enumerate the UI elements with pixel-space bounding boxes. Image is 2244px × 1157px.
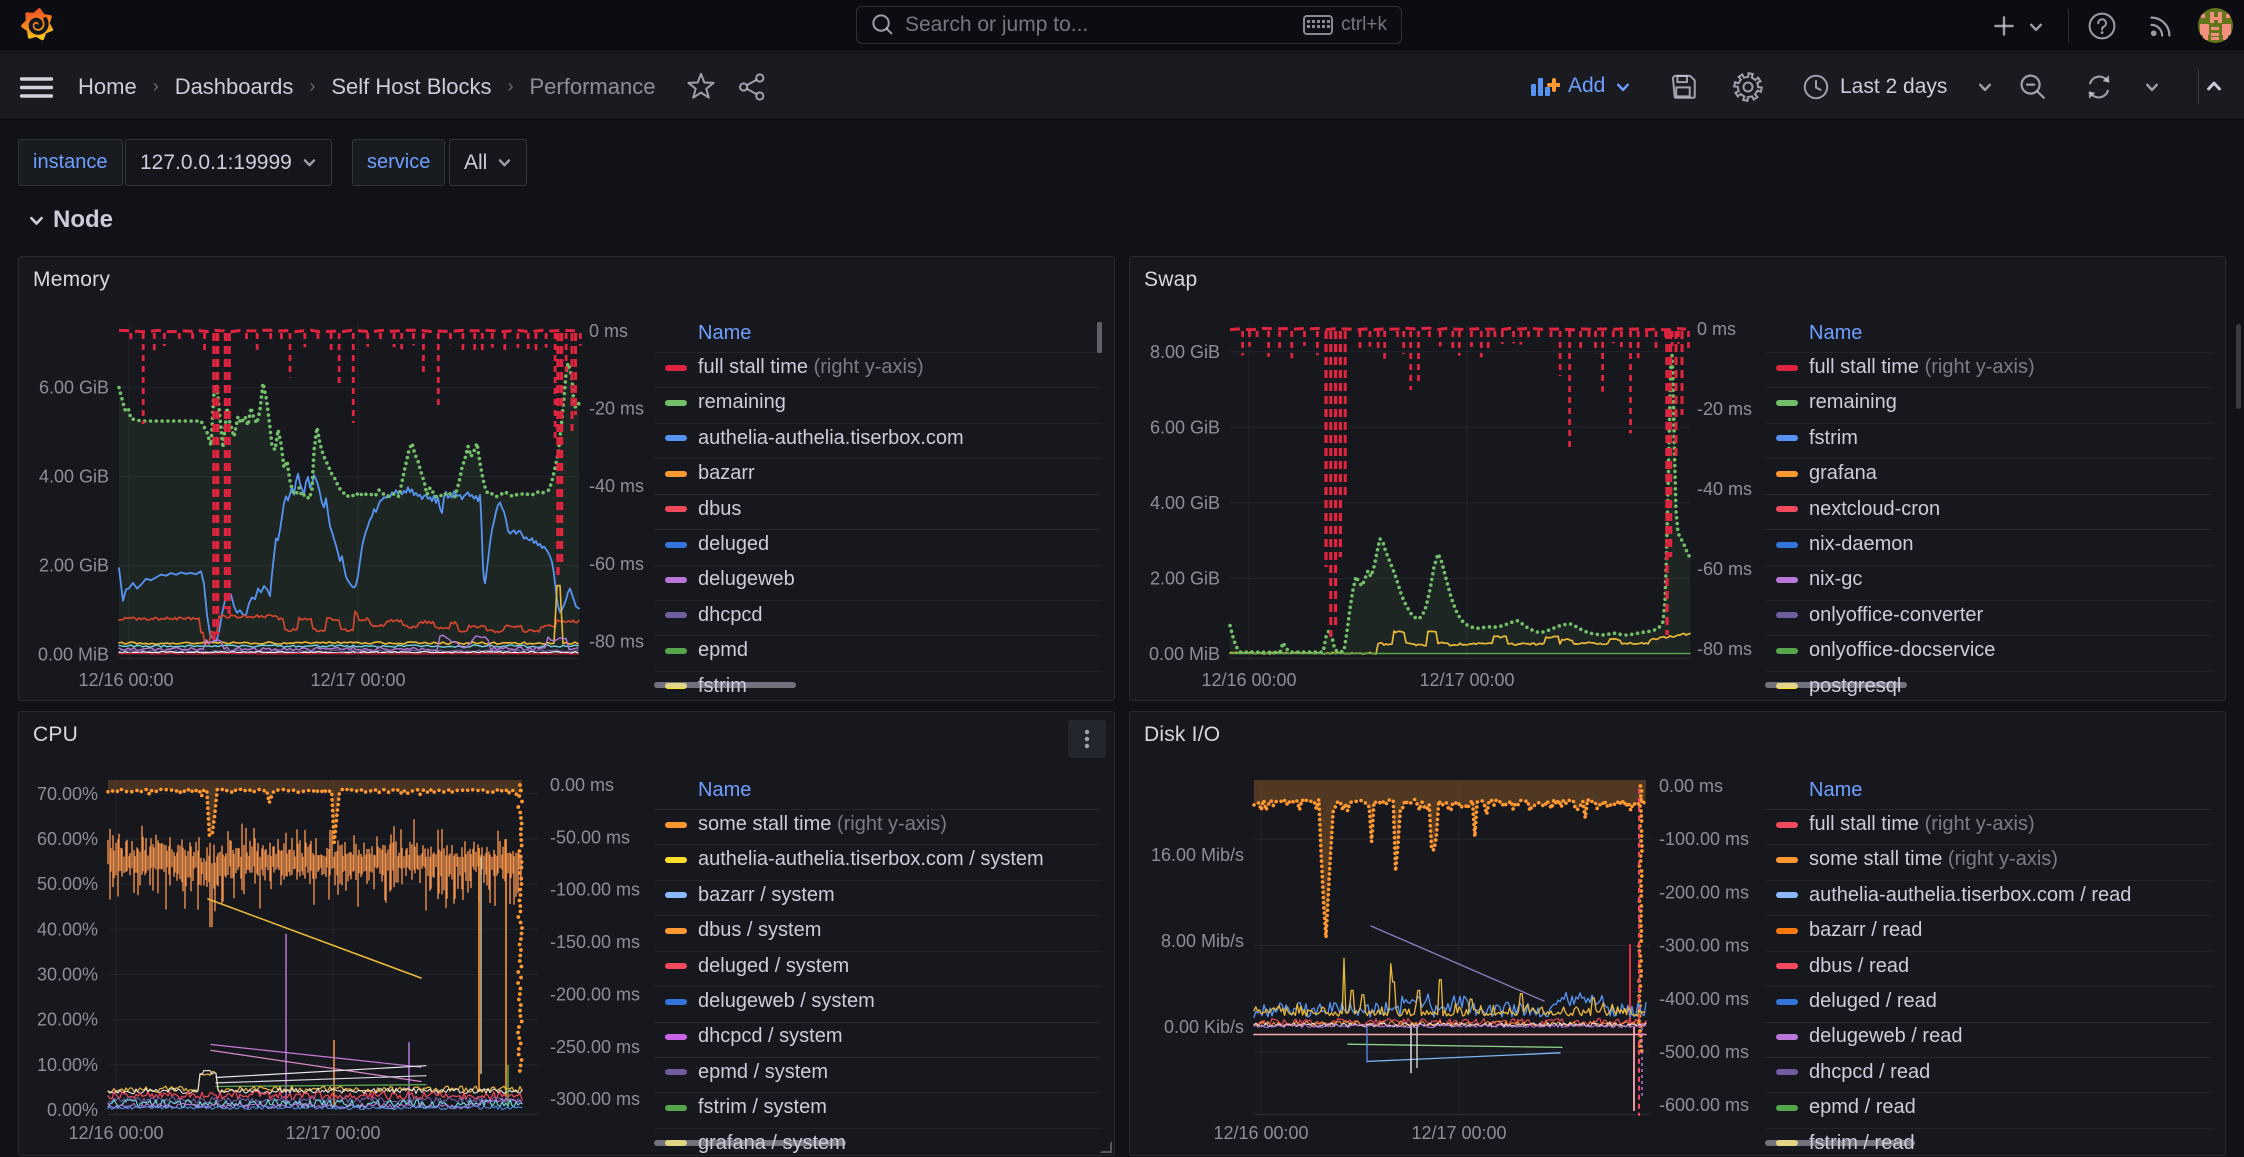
svg-text:12/17 00:00: 12/17 00:00 [1419, 670, 1514, 690]
svg-text:8.00 Mib/s: 8.00 Mib/s [1161, 931, 1244, 951]
svg-text:-50.00 ms: -50.00 ms [550, 827, 630, 847]
svg-text:-60 ms: -60 ms [1697, 559, 1752, 579]
svg-text:12/16 00:00: 12/16 00:00 [78, 670, 173, 690]
svg-text:-40 ms: -40 ms [589, 476, 644, 496]
svg-text:50.00%: 50.00% [37, 874, 98, 894]
svg-text:8.00 GiB: 8.00 GiB [1150, 342, 1220, 362]
svg-text:16.00 Mib/s: 16.00 Mib/s [1151, 845, 1244, 865]
svg-text:4.00 GiB: 4.00 GiB [39, 467, 109, 487]
svg-text:0.00 Kib/s: 0.00 Kib/s [1164, 1017, 1244, 1037]
svg-text:12/17 00:00: 12/17 00:00 [310, 670, 405, 690]
svg-text:-200.00 ms: -200.00 ms [550, 984, 640, 1004]
svg-text:2.00 GiB: 2.00 GiB [39, 556, 109, 576]
svg-text:-60 ms: -60 ms [589, 554, 644, 574]
svg-text:12/16 00:00: 12/16 00:00 [1201, 670, 1296, 690]
svg-text:2.00 GiB: 2.00 GiB [1150, 568, 1220, 588]
svg-text:-20 ms: -20 ms [1697, 399, 1752, 419]
svg-text:-150.00 ms: -150.00 ms [550, 932, 640, 952]
svg-text:-100.00 ms: -100.00 ms [550, 880, 640, 900]
svg-text:-600.00 ms: -600.00 ms [1659, 1095, 1749, 1115]
svg-text:-80 ms: -80 ms [589, 631, 644, 651]
svg-text:0.00 MiB: 0.00 MiB [38, 645, 109, 665]
svg-text:0.00 MiB: 0.00 MiB [1149, 644, 1220, 664]
svg-text:40.00%: 40.00% [37, 919, 98, 939]
svg-text:0.00 ms: 0.00 ms [550, 775, 614, 795]
svg-text:12/17 00:00: 12/17 00:00 [1411, 1123, 1506, 1143]
svg-text:6.00 GiB: 6.00 GiB [1150, 417, 1220, 437]
svg-text:70.00%: 70.00% [37, 784, 98, 804]
svg-text:0 ms: 0 ms [1697, 319, 1736, 339]
svg-text:30.00%: 30.00% [37, 965, 98, 985]
svg-text:4.00 GiB: 4.00 GiB [1150, 493, 1220, 513]
svg-text:-100.00 ms: -100.00 ms [1659, 829, 1749, 849]
svg-text:-250.00 ms: -250.00 ms [550, 1037, 640, 1057]
svg-text:6.00 GiB: 6.00 GiB [39, 378, 109, 398]
svg-text:12/16 00:00: 12/16 00:00 [68, 1123, 163, 1143]
svg-text:-300.00 ms: -300.00 ms [550, 1089, 640, 1109]
svg-text:12/17 00:00: 12/17 00:00 [285, 1123, 380, 1143]
svg-text:-40 ms: -40 ms [1697, 479, 1752, 499]
svg-text:20.00%: 20.00% [37, 1010, 98, 1030]
svg-text:12/16 00:00: 12/16 00:00 [1213, 1123, 1308, 1143]
svg-text:-300.00 ms: -300.00 ms [1659, 936, 1749, 956]
svg-text:-20 ms: -20 ms [589, 399, 644, 419]
svg-text:-500.00 ms: -500.00 ms [1659, 1042, 1749, 1062]
svg-text:0.00 ms: 0.00 ms [1659, 776, 1723, 796]
svg-text:-80 ms: -80 ms [1697, 639, 1752, 659]
svg-text:-400.00 ms: -400.00 ms [1659, 989, 1749, 1009]
svg-text:0.00%: 0.00% [47, 1100, 98, 1120]
svg-text:10.00%: 10.00% [37, 1055, 98, 1075]
svg-text:0 ms: 0 ms [589, 321, 628, 341]
svg-text:-200.00 ms: -200.00 ms [1659, 882, 1749, 902]
svg-text:60.00%: 60.00% [37, 829, 98, 849]
